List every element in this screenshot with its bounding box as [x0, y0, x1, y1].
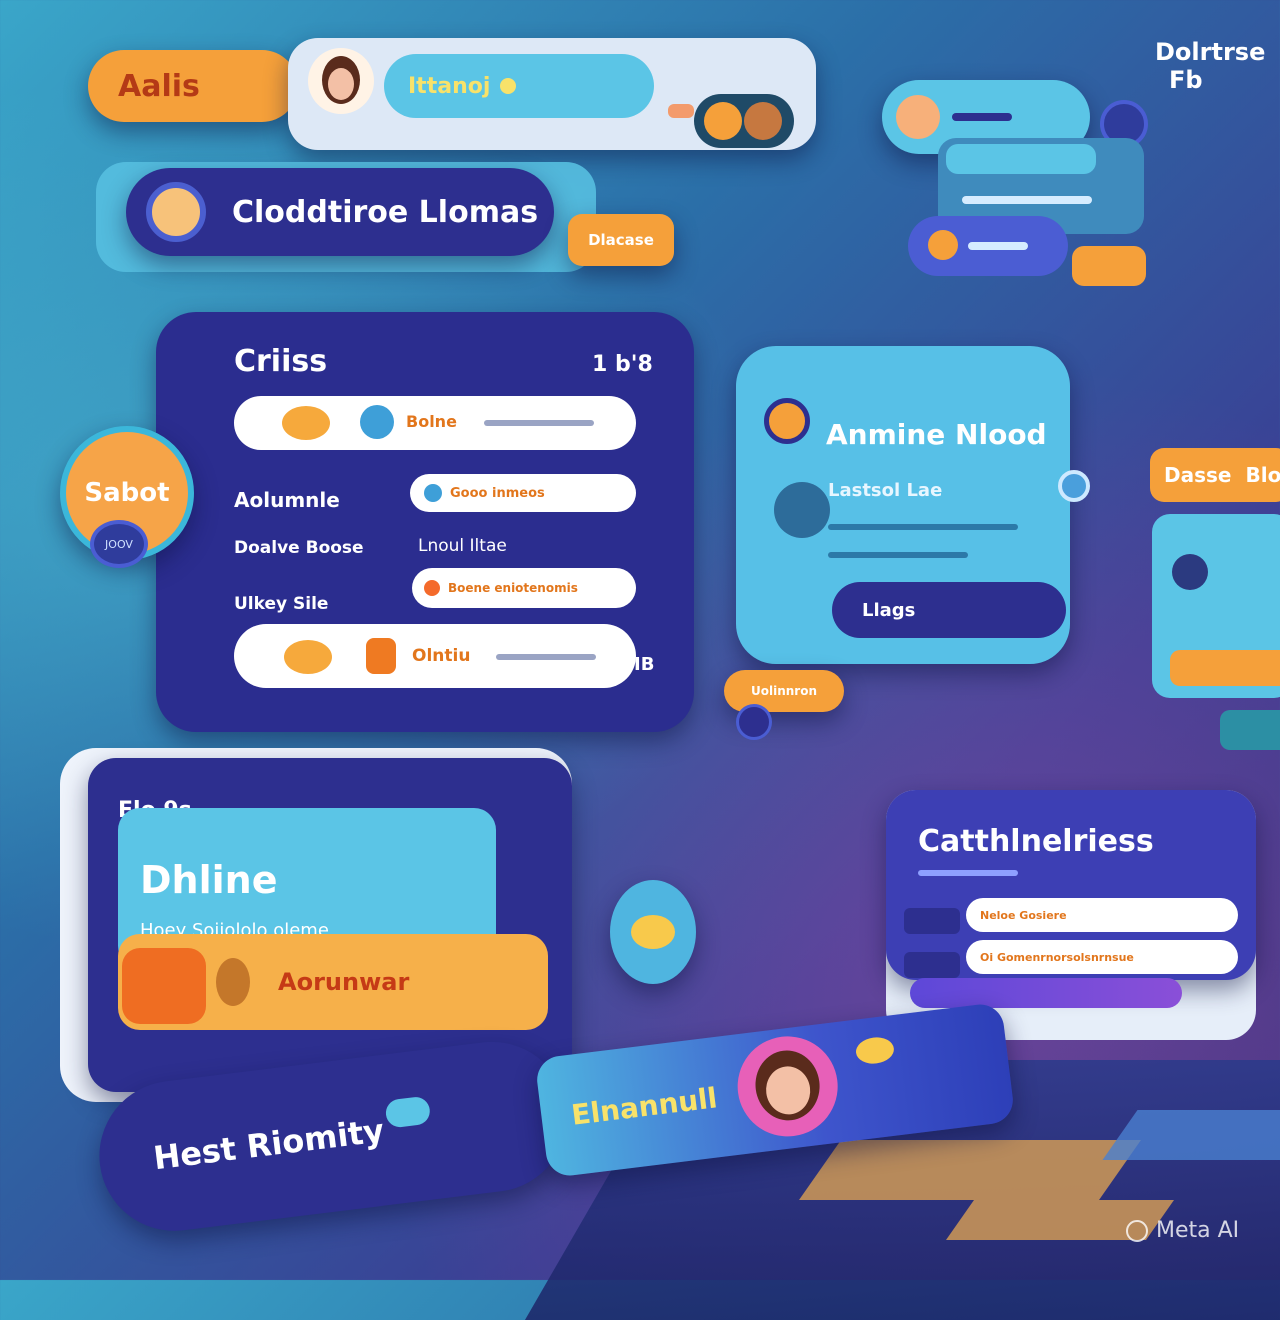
blue-card-globe	[774, 482, 830, 538]
top-right-text: Dolrtrse	[1155, 38, 1266, 66]
top-field-text: Bolne	[406, 412, 457, 431]
row-value-field[interactable]: Gooo inmeos	[410, 474, 636, 512]
food-icon	[284, 640, 332, 674]
coin-icon	[854, 1035, 896, 1066]
row-value-field[interactable]: Boene eniotenomis	[412, 568, 636, 608]
bottom-bar-label: Hest Riomity	[151, 1111, 387, 1178]
floor-tile	[798, 1140, 1142, 1200]
small-badge-text: Uolinnron	[750, 684, 817, 698]
top-search-panel: Ittanoj	[288, 38, 816, 150]
right-card-row-text: Oi Gomenrnorsolsnrnsue	[980, 950, 1134, 964]
globe-icon	[360, 405, 394, 439]
banner-title: Cloddtiroe Llomas	[232, 194, 539, 230]
bottom-bar-center-text: Elnannull	[569, 1081, 720, 1132]
right-edge-panel	[1152, 514, 1280, 698]
row-icon	[424, 580, 440, 596]
mini-chip	[668, 104, 694, 118]
meta-logo-icon	[1126, 1219, 1148, 1242]
status-chip[interactable]	[908, 216, 1068, 276]
watermark: Meta AI	[1126, 1218, 1239, 1243]
main-card-bottom-field[interactable]: Olntiu	[234, 624, 636, 688]
blue-card-title: Anmine Nlood	[826, 418, 1047, 451]
bottom-bar-toggle[interactable]	[384, 1095, 432, 1129]
cup-icon	[366, 638, 396, 674]
main-card-number: 1 b'8	[592, 352, 653, 377]
top-chip[interactable]: Aalis	[88, 50, 298, 122]
top-right-text-2: Fb	[1169, 66, 1203, 94]
center-bubble[interactable]	[610, 880, 696, 984]
row-label: Doalve Boose	[234, 538, 364, 558]
small-badge-dot	[736, 704, 772, 740]
side-badge-mini: JOOV	[90, 520, 148, 568]
status-action-button[interactable]	[1072, 246, 1146, 286]
blue-card-button[interactable]: Llags	[832, 582, 1066, 638]
banner[interactable]: Cloddtiroe Llomas	[126, 168, 554, 256]
left-card-action[interactable]: Aorunwar	[118, 934, 548, 1030]
watermark-text: Meta AI	[1156, 1218, 1240, 1243]
row-icon	[424, 484, 442, 502]
food-icon	[282, 406, 330, 440]
toggle-button[interactable]	[694, 94, 794, 148]
right-edge-button[interactable]	[1170, 650, 1280, 686]
left-card-action-label: Aorunwar	[278, 968, 410, 996]
right-edge-tab[interactable]: Dasse Blok	[1150, 448, 1280, 502]
side-badge-mini-text: JOOV	[105, 537, 133, 551]
banner-icon	[146, 182, 206, 242]
egg-icon	[216, 958, 250, 1006]
top-right-label: Dolrtrse Fb	[1155, 38, 1280, 94]
fire-icon	[122, 948, 206, 1024]
right-card: Catthlnelriess Neloe Gosiere Oi Gomenrno…	[886, 790, 1256, 980]
user-avatar[interactable]	[308, 48, 374, 114]
banner-action-label: Dlacase	[588, 231, 654, 249]
main-card-top-field[interactable]: Bolne	[234, 396, 636, 450]
row-value: Lnoul Iltae	[418, 536, 507, 556]
headphones-icon	[631, 915, 675, 949]
footer-number: IB	[634, 654, 655, 675]
right-card-progress	[910, 978, 1182, 1008]
blue-card-button-label: Llags	[862, 599, 916, 621]
toggle-icon	[704, 102, 742, 140]
right-edge-tab-label-2: Blok	[1245, 463, 1280, 487]
left-card-title: Dhline	[140, 858, 278, 902]
search-icon	[500, 78, 517, 94]
right-edge-chip[interactable]	[1220, 710, 1280, 750]
row-label: Ulkey Sile	[234, 594, 329, 614]
status-icon	[928, 230, 958, 260]
row-label: Aolumnle	[234, 488, 340, 512]
search-input-text: Ittanoj	[408, 73, 491, 99]
row-value: Boene eniotenomis	[448, 581, 578, 595]
bottom-avatar[interactable]	[731, 1030, 844, 1143]
bottom-field-text: Olntiu	[412, 646, 471, 666]
main-card-title: Criiss	[234, 344, 328, 379]
right-card-row-text: Neloe Gosiere	[980, 908, 1067, 922]
banner-action-button[interactable]: Dlacase	[568, 214, 674, 266]
small-badge[interactable]: Uolinnron	[724, 670, 844, 712]
blue-card: Anmine Nlood Lastsol Lae Llags	[736, 346, 1070, 664]
top-chip-label: Aalis	[118, 68, 200, 104]
right-edge-icon	[1172, 554, 1208, 590]
row-tag	[904, 952, 960, 978]
blue-card-subtitle: Lastsol Lae	[828, 480, 943, 501]
main-card: Criiss 1 b'8 Bolne Aolumnle Gooo inmeos …	[156, 312, 694, 732]
row-tag	[904, 908, 960, 934]
profile-avatar	[896, 95, 940, 139]
search-input[interactable]: Ittanoj	[384, 54, 654, 118]
row-value: Gooo inmeos	[450, 485, 545, 501]
right-edge-tab-label: Dasse	[1164, 463, 1232, 487]
blue-card-icon	[764, 398, 810, 444]
side-badge-text: Sabot	[84, 478, 170, 508]
slider-handle[interactable]	[1058, 470, 1090, 502]
right-card-title: Catthlnelriess	[918, 824, 1154, 859]
right-card-row[interactable]: Oi Gomenrnorsolsnrnsue	[966, 940, 1238, 974]
right-card-row[interactable]: Neloe Gosiere	[966, 898, 1238, 932]
